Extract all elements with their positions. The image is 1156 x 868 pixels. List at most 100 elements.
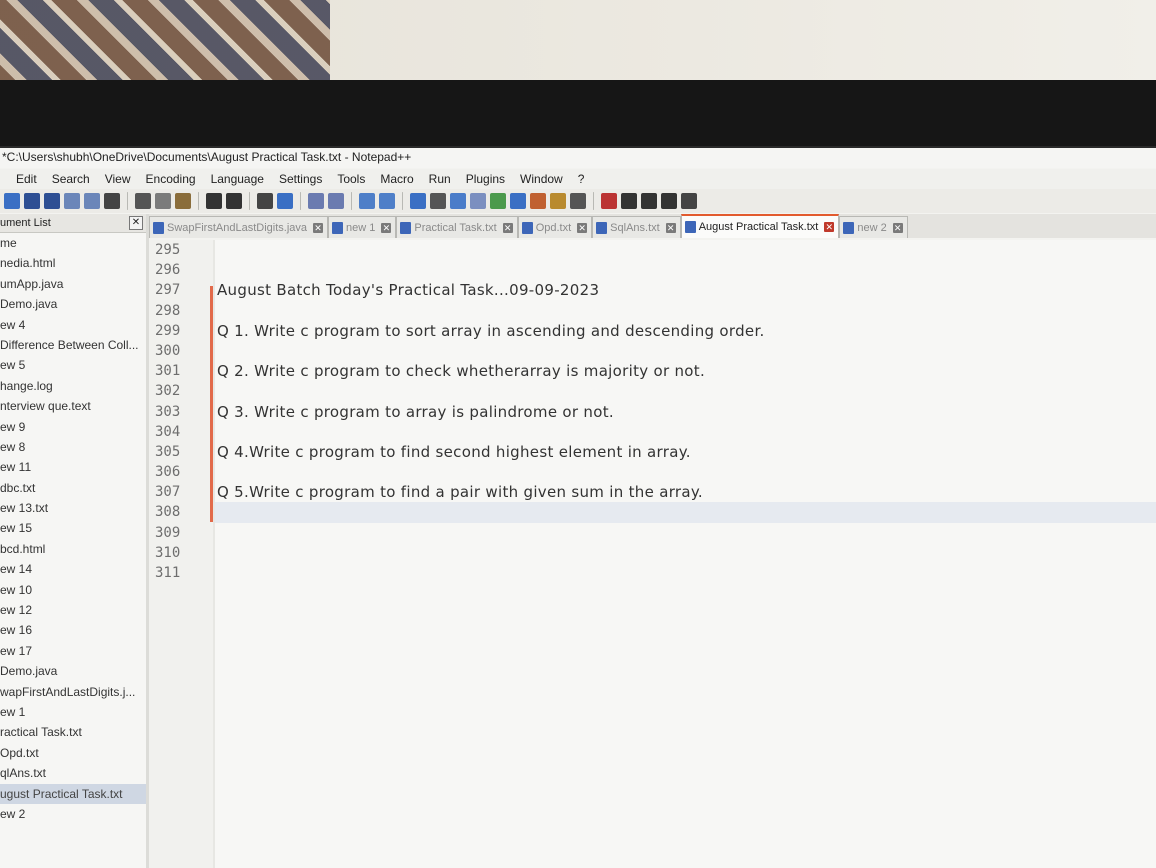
close-tab-icon[interactable]: ✕ [313, 222, 324, 233]
copy-icon[interactable] [155, 193, 171, 209]
replace-icon[interactable] [277, 193, 293, 209]
editor-line[interactable] [215, 240, 1156, 260]
menu-view[interactable]: View [105, 172, 131, 186]
save-icon[interactable] [24, 193, 40, 209]
editor-line[interactable] [215, 462, 1156, 482]
document-list-item[interactable]: ractical Task.txt [0, 722, 146, 742]
editor-line[interactable]: Q 4.Write c program to find second highe… [215, 442, 1156, 462]
file-tab[interactable]: new 1 ✕ [328, 216, 397, 238]
menu-language[interactable]: Language [211, 172, 264, 186]
document-list-item[interactable]: ew 16 [0, 620, 146, 640]
editor-line[interactable]: August Batch Today's Practical Task...09… [215, 280, 1156, 300]
undo-icon[interactable] [206, 193, 222, 209]
run-macro-multiple-icon[interactable] [661, 193, 677, 209]
udl-icon[interactable] [470, 193, 486, 209]
file-tab[interactable]: August Practical Task.txt ✕ [680, 214, 840, 238]
new-file-icon[interactable] [4, 193, 20, 209]
document-list-item[interactable]: qlAns.txt [0, 763, 146, 783]
close-tab-icon[interactable]: ✕ [577, 222, 588, 233]
document-list-item[interactable]: umApp.java [0, 274, 146, 294]
close-file-icon[interactable] [64, 193, 80, 209]
editor-line[interactable] [215, 563, 1156, 583]
document-list-item[interactable]: ew 2 [0, 804, 146, 824]
document-list-item[interactable]: ew 4 [0, 315, 146, 335]
editor-line[interactable]: Q 1. Write c program to sort array in as… [215, 321, 1156, 341]
menu-encoding[interactable]: Encoding [146, 172, 196, 186]
document-list-item[interactable]: wapFirstAndLastDigits.j... [0, 682, 146, 702]
menu-tools[interactable]: Tools [337, 172, 365, 186]
save-all-icon[interactable] [44, 193, 60, 209]
document-list-item[interactable]: me [0, 233, 146, 253]
monitoring-icon[interactable] [550, 193, 566, 209]
folder-workspace-icon[interactable] [530, 193, 546, 209]
editor-line[interactable] [215, 502, 1156, 523]
eye-icon[interactable] [570, 193, 586, 209]
close-icon[interactable]: ✕ [129, 216, 143, 230]
function-list-icon[interactable] [510, 193, 526, 209]
document-list-item[interactable]: Opd.txt [0, 743, 146, 763]
editor-line[interactable] [215, 523, 1156, 543]
menu-help[interactable]: ? [578, 172, 585, 186]
cut-icon[interactable] [135, 193, 151, 209]
menu-search[interactable]: Search [52, 172, 90, 186]
document-list-item[interactable]: ew 14 [0, 559, 146, 579]
find-icon[interactable] [257, 193, 273, 209]
close-tab-icon[interactable]: ✕ [892, 222, 903, 233]
editor-line[interactable]: Q 3. Write c program to array is palindr… [215, 402, 1156, 422]
editor-line[interactable] [215, 341, 1156, 361]
document-list-item[interactable]: Demo.java [0, 661, 146, 681]
menu-macro[interactable]: Macro [380, 172, 413, 186]
document-list-item[interactable]: ew 17 [0, 641, 146, 661]
play-macro-icon[interactable] [641, 193, 657, 209]
document-list-item[interactable]: ew 11 [0, 457, 146, 477]
menu-plugins[interactable]: Plugins [466, 172, 505, 186]
zoom-in-icon[interactable] [308, 193, 324, 209]
menu-edit[interactable]: Edit [16, 172, 37, 186]
document-list-item[interactable]: Difference Between Coll... [0, 335, 146, 355]
editor-line[interactable] [215, 422, 1156, 442]
menu-window[interactable]: Window [520, 172, 563, 186]
file-tab[interactable]: SwapFirstAndLastDigits.java ✕ [149, 216, 329, 238]
zoom-out-icon[interactable] [328, 193, 344, 209]
editor-line[interactable]: Q 2. Write c program to check whetherarr… [215, 361, 1156, 381]
close-tab-icon[interactable]: ✕ [502, 222, 513, 233]
close-tab-icon[interactable]: ✕ [665, 222, 676, 233]
stop-macro-icon[interactable] [621, 193, 637, 209]
document-list-item[interactable]: Demo.java [0, 294, 146, 314]
document-list-item[interactable]: dbc.txt [0, 478, 146, 498]
document-list-item[interactable]: nterview que.text [0, 396, 146, 416]
editor-line[interactable] [215, 381, 1156, 401]
doc-map-icon[interactable] [490, 193, 506, 209]
close-tab-icon[interactable]: ✕ [824, 222, 835, 232]
show-all-characters-icon[interactable] [430, 193, 446, 209]
close-all-icon[interactable] [84, 193, 100, 209]
editor-line[interactable]: Q 5.Write c program to find a pair with … [215, 482, 1156, 502]
sync-horizontal-icon[interactable] [379, 193, 395, 209]
document-list-item[interactable]: ew 5 [0, 355, 146, 375]
file-tab[interactable]: Opd.txt ✕ [517, 216, 593, 238]
editor-line[interactable] [215, 301, 1156, 321]
file-tab[interactable]: Practical Task.txt ✕ [396, 216, 518, 238]
text-editor[interactable]: August Batch Today's Practical Task...09… [215, 240, 1156, 868]
document-list-item[interactable]: ew 13.txt [0, 498, 146, 518]
word-wrap-icon[interactable] [410, 193, 426, 209]
save-macro-icon[interactable] [681, 193, 697, 209]
document-list-item[interactable]: hange.log [0, 376, 146, 396]
close-tab-icon[interactable]: ✕ [381, 222, 392, 233]
file-tab[interactable]: new 2 ✕ [839, 216, 908, 238]
redo-icon[interactable] [226, 193, 242, 209]
menu-run[interactable]: Run [429, 172, 451, 186]
document-list-item[interactable]: ew 1 [0, 702, 146, 722]
document-list-item[interactable]: nedia.html [0, 253, 146, 273]
document-list-item[interactable]: ew 9 [0, 417, 146, 437]
document-list-item[interactable]: ew 12 [0, 600, 146, 620]
sync-vertical-icon[interactable] [359, 193, 375, 209]
document-list-item[interactable]: ew 10 [0, 580, 146, 600]
document-list-item[interactable]: bcd.html [0, 539, 146, 559]
editor-line[interactable] [215, 260, 1156, 280]
document-list-item[interactable]: ew 8 [0, 437, 146, 457]
menu-settings[interactable]: Settings [279, 172, 322, 186]
record-macro-icon[interactable] [601, 193, 617, 209]
document-list-item[interactable]: ugust Practical Task.txt [0, 783, 146, 804]
indent-guide-icon[interactable] [450, 193, 466, 209]
